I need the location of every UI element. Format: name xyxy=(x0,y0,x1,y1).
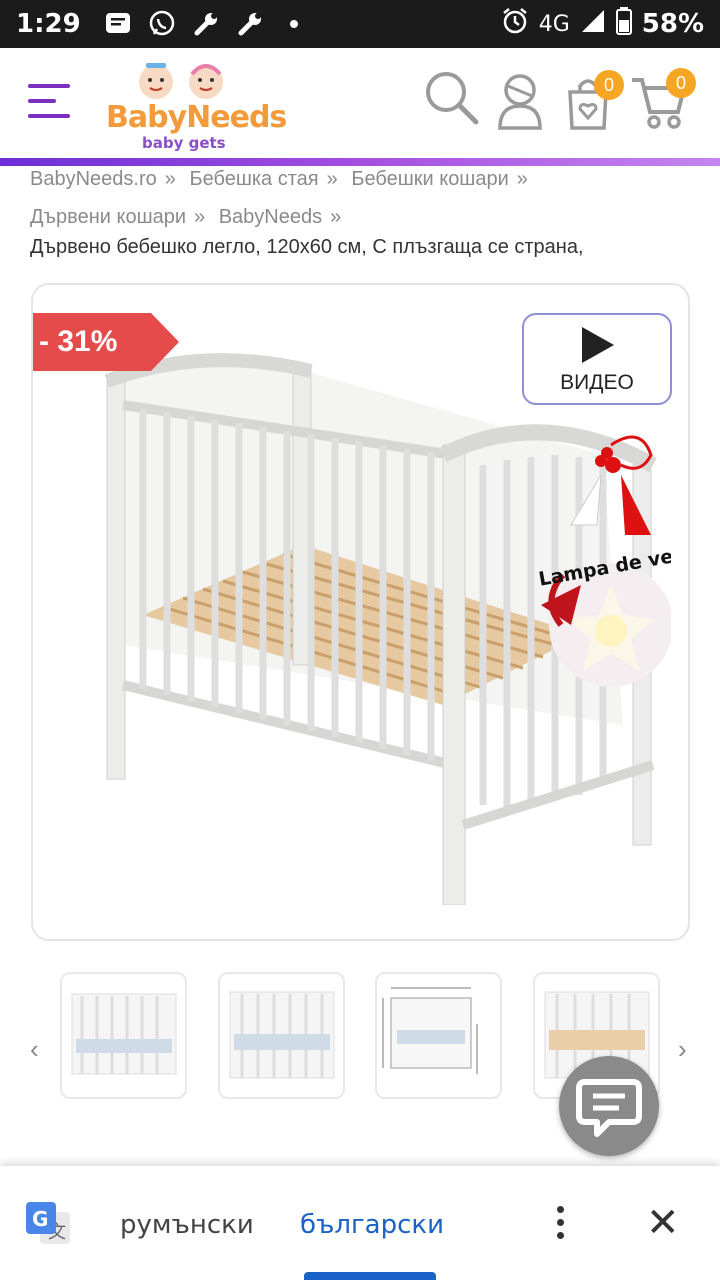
alarm-icon xyxy=(501,7,529,41)
battery-percent: 58% xyxy=(641,9,704,39)
thumbnail-2[interactable] xyxy=(218,972,345,1099)
status-bar: 1:29 4G 58% xyxy=(0,0,720,48)
wishlist-count-badge: 0 xyxy=(594,70,624,100)
breadcrumb-item-cribs[interactable]: Бебешки кошари xyxy=(351,168,508,190)
account-icon[interactable] xyxy=(496,72,544,135)
logo-tagline: baby gets xyxy=(142,134,226,152)
breadcrumb-separator: » xyxy=(516,168,528,190)
breadcrumb-separator: » xyxy=(164,168,176,190)
dot-icon xyxy=(279,9,309,39)
breadcrumb-separator: » xyxy=(326,168,338,190)
svg-text:G: G xyxy=(32,1207,48,1231)
breadcrumb-item-brand[interactable]: BabyNeeds xyxy=(219,206,322,228)
status-time: 1:29 xyxy=(16,9,81,39)
viber-icon xyxy=(147,9,177,39)
site-header: BabyNeeds baby gets 0 0 xyxy=(0,48,720,160)
close-icon[interactable]: ✕ xyxy=(646,1200,680,1246)
message-notification-icon xyxy=(103,9,133,39)
battery-icon xyxy=(615,7,632,41)
chat-icon xyxy=(576,1079,642,1137)
target-language-tab[interactable]: български xyxy=(300,1210,444,1240)
more-options-icon[interactable] xyxy=(548,1206,572,1246)
thumbnail-3[interactable] xyxy=(375,972,502,1099)
wrench-icon-2 xyxy=(235,9,265,39)
video-button[interactable]: ВИДЕО xyxy=(522,313,672,405)
breadcrumb-item-wooden-cribs[interactable]: Дървени кошари xyxy=(30,206,186,228)
breadcrumb: BabyNeeds.ro » Бебешка стая » Бебешки коша… xyxy=(30,160,690,236)
logo-wordmark: BabyNeeds xyxy=(106,100,287,135)
active-language-indicator xyxy=(304,1272,436,1280)
product-title: Дървено бебешко легло, 120x60 см, С плъз… xyxy=(30,236,584,258)
cart-icon[interactable]: 0 xyxy=(630,68,696,135)
video-button-label: ВИДЕО xyxy=(560,371,634,394)
breadcrumb-separator: » xyxy=(330,206,342,228)
cart-count-badge: 0 xyxy=(666,68,696,98)
google-translate-icon: 文 G xyxy=(26,1202,70,1244)
thumbnail-prev-arrow[interactable]: ‹ xyxy=(30,1034,39,1065)
breadcrumb-item-home[interactable]: BabyNeeds.ro xyxy=(30,168,157,190)
thumbnail-crib-image xyxy=(229,991,335,1079)
gift-lamp-promo-sticker: Lampa de veghe cadou xyxy=(537,435,671,687)
network-type: 4G xyxy=(538,11,570,37)
discount-badge: - 31% xyxy=(33,313,179,371)
play-icon xyxy=(582,327,614,363)
thumbnail-next-arrow[interactable]: › xyxy=(678,1034,687,1065)
signal-icon xyxy=(580,8,606,40)
chat-button[interactable] xyxy=(559,1056,659,1156)
thumbnail-1[interactable] xyxy=(60,972,187,1099)
wishlist-icon[interactable]: 0 xyxy=(566,70,624,135)
hamburger-menu-button[interactable] xyxy=(28,84,70,124)
breadcrumb-separator: » xyxy=(194,206,206,228)
thumbnail-dimensions-image xyxy=(382,987,478,1074)
search-icon[interactable] xyxy=(424,70,480,131)
translate-bar: 文 G румънски български ✕ xyxy=(0,1166,720,1280)
wrench-icon xyxy=(191,9,221,39)
product-gallery[interactable]: - 31% ВИДЕО Lampa de veghe cadou xyxy=(31,283,690,941)
thumbnail-crib-image xyxy=(71,993,177,1075)
source-language-tab[interactable]: румънски xyxy=(120,1210,254,1240)
breadcrumb-item-nursery[interactable]: Бебешка стая xyxy=(189,168,318,190)
logo[interactable]: BabyNeeds baby gets xyxy=(106,60,287,152)
